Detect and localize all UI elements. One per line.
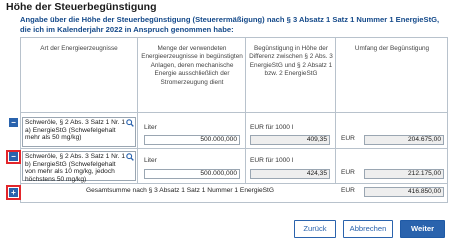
table-col-divider <box>335 37 336 184</box>
table-col-divider <box>245 37 246 184</box>
quantity-input-row-1[interactable]: 500.000,000 <box>144 135 240 145</box>
rate-unit: EUR für 1000 l <box>250 124 294 131</box>
amount-unit: EUR <box>341 135 355 142</box>
rate-unit: EUR für 1000 l <box>250 157 294 164</box>
description-text: Schweröle, § 2 Abs. 3 Satz 1 Nr. 1 a) En… <box>25 119 126 142</box>
search-icon[interactable] <box>126 119 134 127</box>
total-field: 416.850,00 <box>364 187 444 197</box>
amount-field-row-1: 204.675,00 <box>364 135 444 145</box>
rate-field-row-1: 409,35 <box>250 135 330 145</box>
table-row-2-description[interactable]: Schweröle, § 2 Abs. 3 Satz 1 Nr. 1 b) En… <box>22 151 136 183</box>
next-button[interactable]: Weiter <box>400 220 445 238</box>
cancel-button[interactable]: Abbrechen <box>343 220 393 238</box>
table-border-bottom <box>20 202 448 203</box>
header-quantity: Menge der verwendeten Energieerzeugnisse… <box>141 45 243 86</box>
quantity-unit: Liter <box>144 124 157 131</box>
table-border-left <box>20 37 21 203</box>
description-text: Schweröle, § 2 Abs. 3 Satz 1 Nr. 1 b) En… <box>25 153 126 183</box>
search-icon[interactable] <box>126 153 134 161</box>
header-amount: Umfang der Begünstigung <box>354 45 430 52</box>
table-row-1-description[interactable]: Schweröle, § 2 Abs. 3 Satz 1 Nr. 1 a) En… <box>22 117 136 147</box>
remove-row-2-button[interactable]: − <box>9 152 18 161</box>
total-unit: EUR <box>341 187 355 194</box>
table-row-divider <box>20 112 448 113</box>
table-row-divider <box>20 148 448 149</box>
quantity-unit: Liter <box>144 157 157 164</box>
intro-text: Angabe über die Höhe der Steuerbegünstig… <box>20 15 440 34</box>
add-row-button[interactable]: + <box>9 188 18 197</box>
back-button[interactable]: Zurück <box>294 220 336 238</box>
quantity-input-row-2[interactable]: 500.000,000 <box>144 169 240 179</box>
table-border-right <box>447 37 448 203</box>
amount-unit: EUR <box>341 169 355 176</box>
table-col-divider <box>137 37 138 184</box>
header-energy-type: Art der Energieerzeugnisse <box>40 45 118 52</box>
table-border-top <box>20 37 448 38</box>
section-title: Höhe der Steuerbegünstigung <box>6 1 157 13</box>
amount-field-row-2: 212.175,00 <box>364 169 444 179</box>
rate-field-row-2: 424,35 <box>250 169 330 179</box>
total-label: Gesamtsumme nach § 3 Absatz 1 Satz 1 Num… <box>86 187 275 194</box>
remove-row-1-button[interactable]: − <box>9 118 18 127</box>
header-rate: Begünstigung in Höhe der Differenz zwisc… <box>249 45 333 78</box>
